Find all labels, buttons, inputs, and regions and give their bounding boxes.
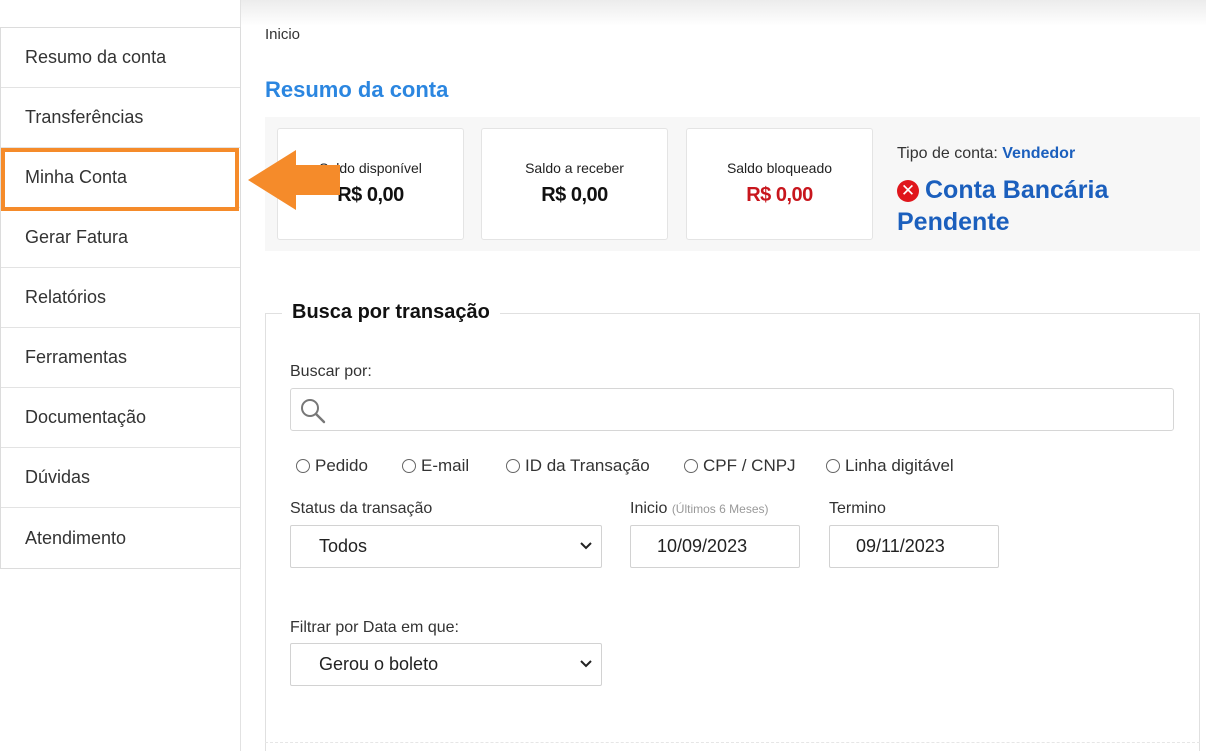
radio-pedido[interactable]: Pedido [296,456,368,476]
balance-blocked-card: Saldo bloqueado R$ 0,00 [686,128,873,240]
radio-button[interactable] [402,459,416,473]
status-select-value: Todos [319,536,368,556]
radio-transaction-id[interactable]: ID da Transação [506,456,650,476]
search-icon [301,399,326,424]
pending-status-text: Conta Bancária Pendente [897,176,1109,236]
radio-linha-digitavel[interactable]: Linha digitável [826,456,954,476]
sidebar-item-label: Ferramentas [25,347,128,367]
radio-email[interactable]: E-mail [402,456,469,476]
filter-date-select[interactable]: Gerou o boleto [290,643,602,686]
search-input[interactable] [290,388,1174,431]
radio-button[interactable] [296,459,310,473]
sidebar-item-documentacao[interactable]: Documentação [1,388,240,448]
radio-button[interactable] [684,459,698,473]
status-select[interactable]: Todos [290,525,602,568]
sidebar-item-ferramentas[interactable]: Ferramentas [1,328,240,388]
top-shade [241,0,1206,26]
sidebar-item-label: Atendimento [25,527,127,548]
radio-button[interactable] [826,459,840,473]
account-summary: Saldo disponível R$ 0,00 Saldo a receber… [265,117,1200,251]
sidebar-item-gerar-fatura[interactable]: Gerar Fatura [1,208,240,268]
sidebar-item-resumo-da-conta[interactable]: Resumo da conta [1,28,240,88]
sidebar-item-label: Documentação [25,407,147,427]
page-title: Resumo da conta [265,77,449,102]
sidebar-item-relatorios[interactable]: Relatórios [1,268,240,328]
account-type-label: Tipo de conta: [897,145,998,162]
sidebar-menu: Resumo da conta Transferências Minha Con… [0,27,241,569]
sidebar-item-label: Transferências [25,107,144,127]
sidebar-item-label: Dúvidas [25,467,91,487]
filter-date-label: Filtrar por Data em que: [290,619,459,636]
arrow-left-icon [248,150,340,210]
balance-blocked-label: Saldo bloqueado [726,160,833,176]
balance-receivable-card: Saldo a receber R$ 0,00 [481,128,668,240]
sidebar-item-label: Relatórios [25,287,107,307]
balance-blocked-value: R$ 0,00 [746,184,813,206]
balance-receivable-value: R$ 0,00 [541,184,608,206]
status-label: Status da transação [290,500,433,517]
sidebar-item-label: Resumo da conta [25,47,167,67]
sidebar-item-atendimento[interactable]: Atendimento [1,508,240,568]
radio-button[interactable] [506,459,520,473]
search-by-label: Buscar por: [290,363,372,380]
balance-receivable-label: Saldo a receber [525,160,624,176]
sidebar-item-minha-conta[interactable]: Minha Conta [1,148,240,208]
filter-date-select-value: Gerou o boleto [319,654,439,674]
sidebar: Resumo da conta Transferências Minha Con… [0,0,241,751]
panel-divider [265,742,1200,743]
end-date-label: Termino [829,500,886,517]
sidebar-item-label: Minha Conta [25,167,128,187]
bank-account-pending-status[interactable]: ✕ Conta Bancária Pendente [897,174,1187,238]
sidebar-item-duvidas[interactable]: Dúvidas [1,448,240,508]
transaction-search-title: Busca por transação [282,301,500,324]
radio-label: E-mail [421,456,470,475]
radio-label: ID da Transação [525,456,650,475]
end-date-field[interactable]: 09/11/2023 [829,525,999,568]
radio-label: Linha digitável [845,456,954,475]
account-type-value: Vendedor [1002,145,1076,162]
sidebar-item-transferencias[interactable]: Transferências [1,88,240,148]
start-date-label: Inicio (Últimos 6 Meses) [630,500,769,518]
sidebar-item-label: Gerar Fatura [25,227,129,247]
breadcrumb[interactable]: Inicio [265,26,300,43]
radio-label: CPF / CNPJ [703,456,796,475]
start-date-field[interactable]: 10/09/2023 [630,525,800,568]
x-circle-icon: ✕ [897,180,919,202]
radio-cpf-cnpj[interactable]: CPF / CNPJ [684,456,796,476]
chevron-down-icon [580,542,592,550]
radio-label: Pedido [315,456,368,475]
chevron-down-icon [580,660,592,668]
start-date-hint: (Últimos 6 Meses) [671,502,769,516]
account-type: Tipo de conta: Vendedor [897,145,1075,163]
start-date-label-text: Inicio [630,500,668,517]
